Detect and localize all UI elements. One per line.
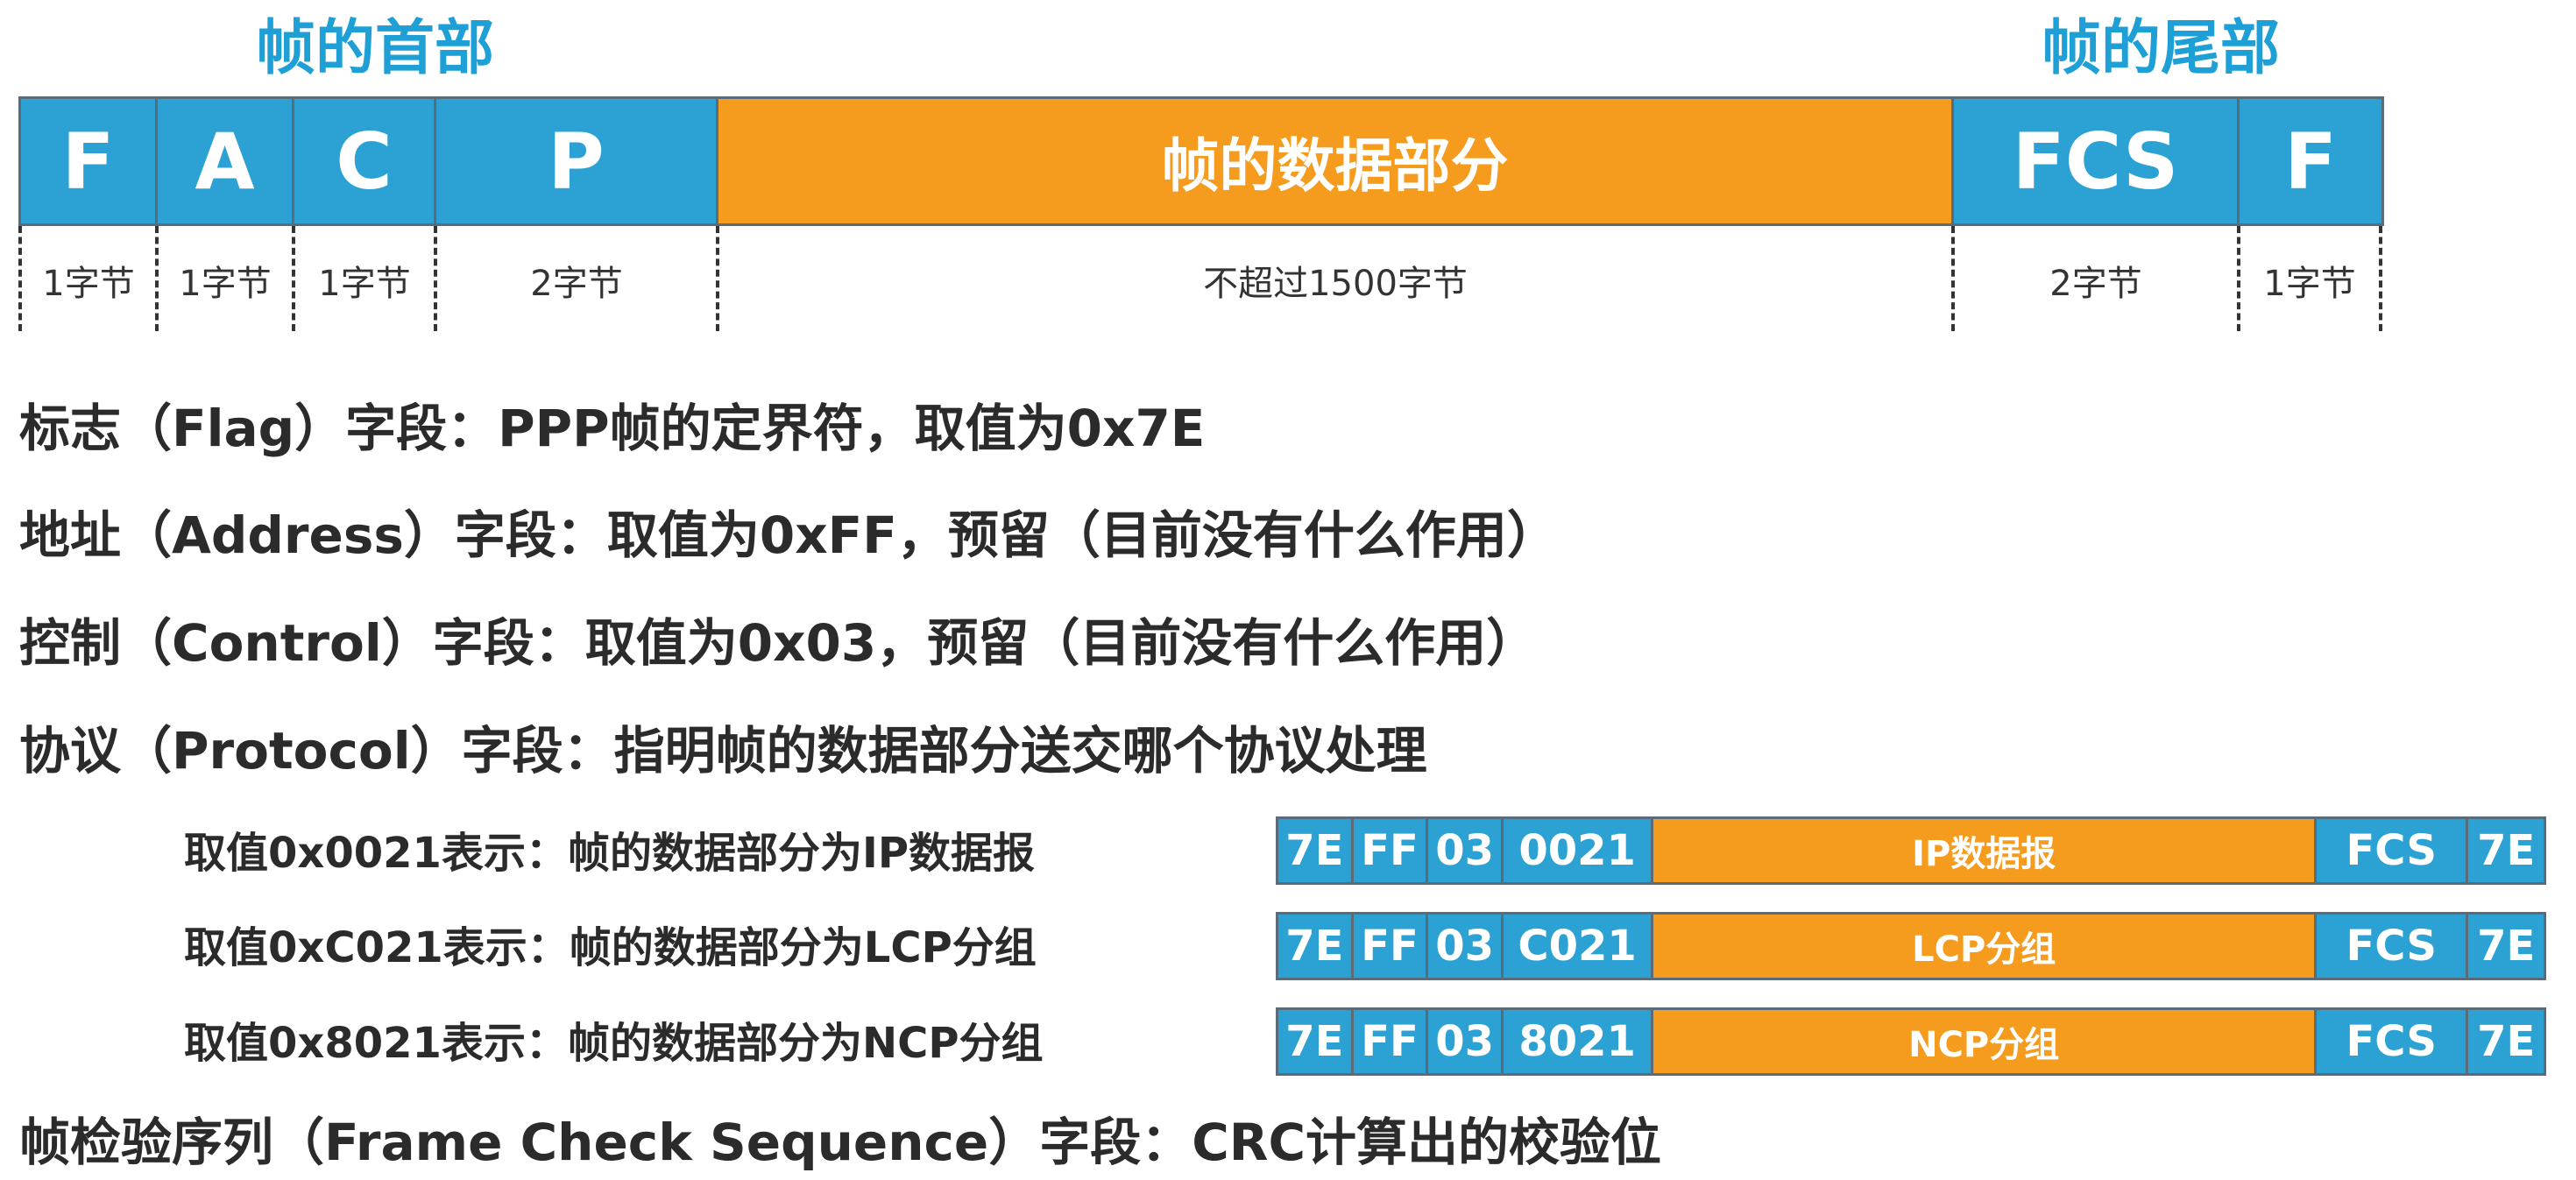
protocol-example-text: 取值0x0021表示：帧的数据部分为IP数据报 <box>184 829 1035 878</box>
control-description: 控制（Control）字段：取值为0x03，预留（目前没有什么作用） <box>19 613 1538 673</box>
example-cell: C021 <box>1503 915 1654 978</box>
example-cell: 7E <box>1278 915 1354 978</box>
example-cell: FF <box>1353 1010 1429 1073</box>
protocol-example-text: 取值0xC021表示：帧的数据部分为LCP分组 <box>184 923 1037 972</box>
data-field-cell: 帧的数据部分 <box>718 99 1954 223</box>
frame-tail-label: 帧的尾部 <box>2042 14 2281 83</box>
example-cell: 7E <box>1278 819 1354 882</box>
example-cell: 7E <box>2468 915 2544 978</box>
field-size-label: 不超过1500字节 <box>1203 264 1468 304</box>
example-payload-cell: IP数据报 <box>1653 819 2318 882</box>
frame-head-label: 帧的首部 <box>256 14 495 83</box>
end-flag-field-cell: F <box>2240 99 2381 223</box>
example-frame: 7E FF 03 0021 IP数据报 FCS 7E <box>1276 816 2546 885</box>
field-size-label: 1字节 <box>2263 264 2356 304</box>
example-cell: 0021 <box>1503 819 1654 882</box>
example-payload-cell: NCP分组 <box>1653 1010 2318 1073</box>
field-size-label: 2字节 <box>530 264 623 304</box>
example-cell: 7E <box>1278 1010 1354 1073</box>
example-payload-cell: LCP分组 <box>1653 915 2318 978</box>
example-cell: FF <box>1353 915 1429 978</box>
example-frame: 7E FF 03 8021 NCP分组 FCS 7E <box>1276 1007 2546 1076</box>
protocol-field-cell: P <box>436 99 718 223</box>
example-cell: FCS <box>2317 1010 2469 1073</box>
address-description: 地址（Address）字段：取值为0xFF，预留（目前没有什么作用） <box>19 505 1558 565</box>
example-cell: FF <box>1353 819 1429 882</box>
example-cell: 03 <box>1428 1010 1504 1073</box>
control-field-cell: C <box>294 99 436 223</box>
flag-description: 标志（Flag）字段：PPP帧的定界符，取值为0x7E <box>19 399 1206 458</box>
fcs-description: 帧检验序列（Frame Check Sequence）字段：CRC计算出的校验位 <box>19 1113 1662 1172</box>
example-cell: 03 <box>1428 819 1504 882</box>
fcs-field-cell: FCS <box>1954 99 2240 223</box>
flag-field-cell: F <box>21 99 158 223</box>
ppp-frame: F A C P 帧的数据部分 FCS F <box>18 96 2384 226</box>
example-cell: FCS <box>2317 915 2469 978</box>
field-size-label: 1字节 <box>42 264 135 304</box>
field-size-label: 1字节 <box>318 264 411 304</box>
example-frame: 7E FF 03 C021 LCP分组 FCS 7E <box>1276 912 2546 980</box>
example-cell: 7E <box>2468 1010 2544 1073</box>
example-cell: FCS <box>2317 819 2469 882</box>
example-cell: 8021 <box>1503 1010 1654 1073</box>
field-size-label: 2字节 <box>2049 264 2142 304</box>
example-cell: 7E <box>2468 819 2544 882</box>
example-cell: 03 <box>1428 915 1504 978</box>
field-size-label: 1字节 <box>179 264 272 304</box>
protocol-example-text: 取值0x8021表示：帧的数据部分为NCP分组 <box>184 1019 1044 1068</box>
protocol-description: 协议（Protocol）字段：指明帧的数据部分送交哪个协议处理 <box>19 721 1427 781</box>
address-field-cell: A <box>158 99 294 223</box>
